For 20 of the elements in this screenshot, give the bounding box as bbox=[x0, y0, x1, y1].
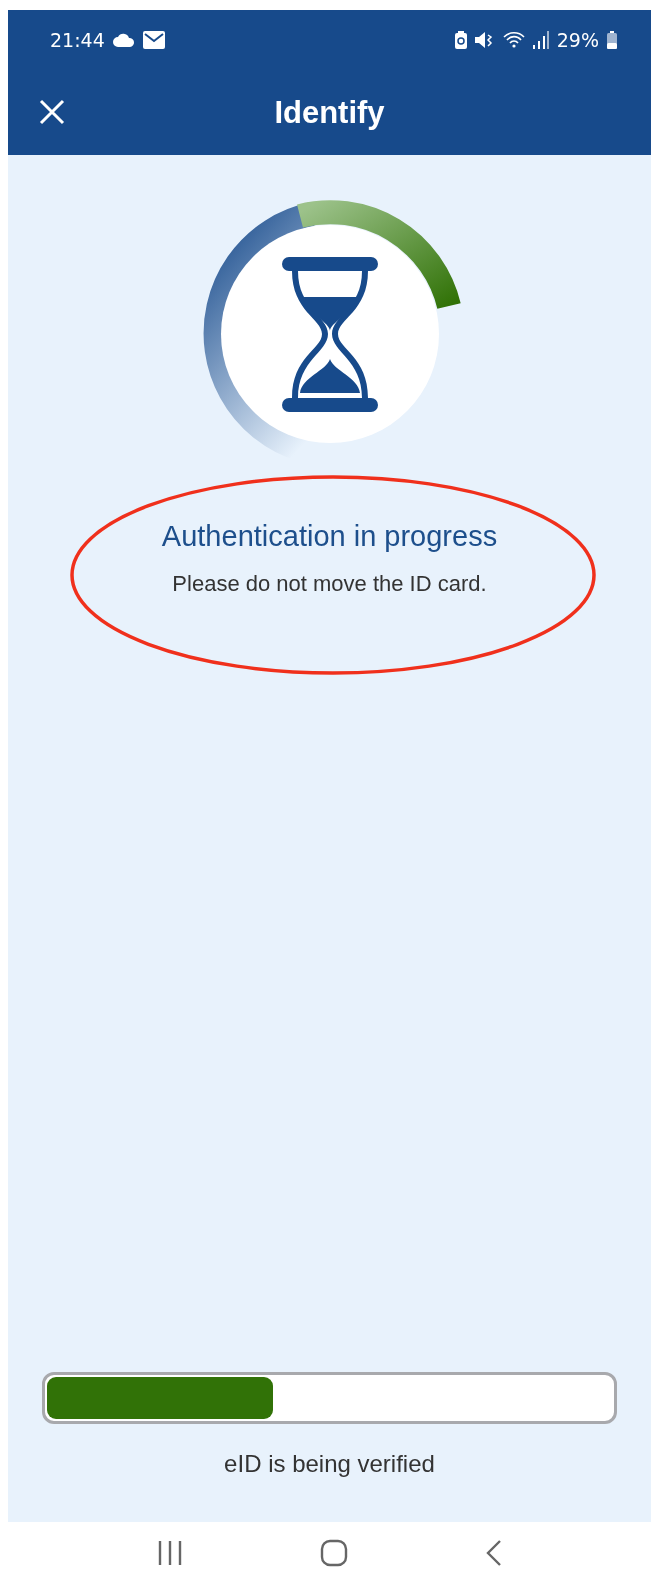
back-button[interactable] bbox=[484, 1538, 503, 1567]
screen-title: Identify bbox=[274, 94, 385, 131]
cloud-icon bbox=[112, 33, 135, 47]
clock-time: 21:44 bbox=[50, 29, 105, 51]
home-button[interactable] bbox=[319, 1538, 348, 1567]
battery-percentage: 29% bbox=[556, 29, 599, 51]
back-icon bbox=[484, 1538, 503, 1567]
battery-saver-icon bbox=[454, 31, 467, 49]
status-message: Please do not move the ID card. bbox=[172, 571, 487, 597]
recent-apps-button[interactable] bbox=[156, 1539, 183, 1566]
close-icon bbox=[39, 99, 65, 125]
recent-apps-icon bbox=[156, 1539, 183, 1566]
home-icon bbox=[319, 1538, 348, 1567]
mail-icon bbox=[142, 31, 165, 49]
progress-label: eID is being verified bbox=[224, 1450, 435, 1478]
signal-icon bbox=[532, 31, 549, 49]
mute-icon bbox=[474, 31, 495, 49]
wifi-icon bbox=[502, 31, 525, 49]
battery-icon bbox=[607, 31, 617, 49]
status-title: Authentication in progress bbox=[161, 520, 498, 553]
